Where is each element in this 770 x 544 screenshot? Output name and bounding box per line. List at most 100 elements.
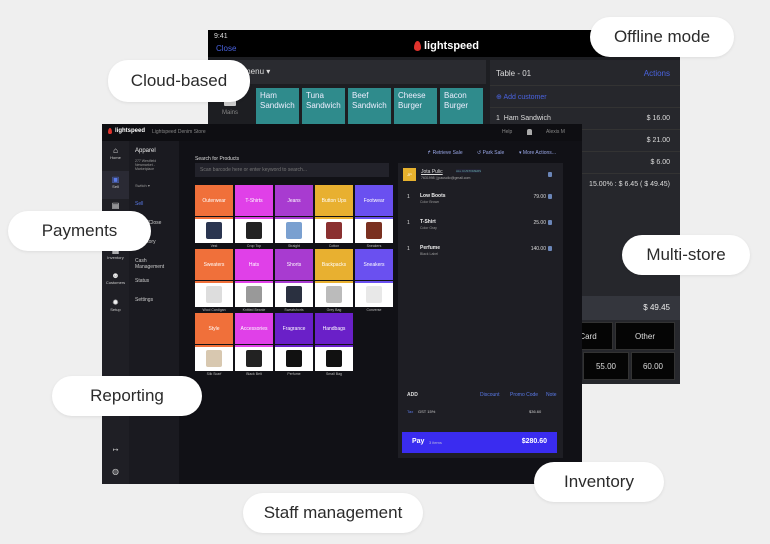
product-image <box>246 350 262 367</box>
category-tile[interactable]: Sweaters <box>195 249 233 280</box>
category-tile[interactable]: Shorts <box>275 249 313 280</box>
home-icon: ⌂ <box>113 146 118 155</box>
cart-item[interactable]: 1 T-Shirt Color Gray 25.00 <box>398 216 563 236</box>
nav-sell[interactable]: ▣ Sell <box>102 171 129 199</box>
product-image <box>206 350 222 367</box>
tax-name: GST 15% <box>418 409 436 414</box>
product-image <box>286 350 302 367</box>
product-label: Converse <box>366 308 382 312</box>
globe-icon[interactable]: ◍ <box>102 467 129 476</box>
category-tile[interactable]: Outerwear <box>195 185 233 216</box>
sell-icon: ▣ <box>111 175 120 184</box>
category-tile[interactable]: Hats <box>235 249 273 280</box>
category-tile[interactable]: Footwear <box>355 185 393 216</box>
product-image <box>206 222 222 239</box>
category-tile[interactable]: Handbags <box>315 313 353 344</box>
product-label: Black Belt <box>246 372 262 376</box>
product-tile[interactable] <box>275 281 313 307</box>
category-tile[interactable]: Accessories <box>235 313 273 344</box>
top-bar: lightspeed Lightspeed Denim Store Help A… <box>102 124 582 141</box>
customer-name[interactable]: Jota Pulic <box>421 169 443 175</box>
product-tile[interactable] <box>275 345 313 371</box>
category-tile[interactable]: Fragrance <box>275 313 313 344</box>
cart-item[interactable]: 1 Low Boots Color Brown 79.00 <box>398 190 563 210</box>
sales-ledger-icon: ▤ <box>111 201 120 210</box>
product-tile[interactable] <box>235 345 273 371</box>
bell-icon[interactable] <box>527 129 532 135</box>
retrieve-sale-button[interactable]: ↱ Retrieve Sale <box>427 150 463 156</box>
nav-customers[interactable]: ☻ Customers <box>102 271 129 285</box>
discount-link[interactable]: Discount <box>480 392 499 398</box>
product-label: Silk Scarf <box>206 372 222 376</box>
setup-icon: ✹ <box>112 298 119 307</box>
add-customer-button[interactable]: ⊕ Add customer <box>490 86 680 108</box>
other-button[interactable]: Other <box>615 322 675 350</box>
nav-home[interactable]: ⌂ Home <box>102 146 129 160</box>
more-actions-button[interactable]: ▾ More Actions... <box>519 150 556 156</box>
menu-item[interactable]: Cheese Burger <box>394 88 437 126</box>
category-tile[interactable]: Sneakers <box>355 249 393 280</box>
product-label: Sweatshorts <box>284 308 304 312</box>
feature-cloud-based: Cloud-based <box>108 60 250 102</box>
park-sale-button[interactable]: ↺ Park Sale <box>477 150 504 156</box>
menu-item[interactable]: Beef Sandwich <box>348 88 391 126</box>
product-image <box>326 222 342 239</box>
actions-button[interactable]: Actions <box>644 69 670 78</box>
cart-item[interactable]: 1 Perfume Black Label 140.00 <box>398 242 563 262</box>
help-link[interactable]: Help <box>502 129 512 135</box>
switch-store[interactable]: Switch ▾ <box>135 183 150 188</box>
store-address: 277 Westfield Newmarket - Marketplace <box>135 159 157 171</box>
nav-setup[interactable]: ✹ Setup <box>102 298 129 312</box>
sell-area: Search for Products Scan barcode here or… <box>179 141 582 484</box>
quick-cash-60[interactable]: 60.00 <box>631 352 675 380</box>
product-tile[interactable] <box>315 281 353 307</box>
sub-nav: Apparel 277 Westfield Newmarket - Market… <box>129 141 179 484</box>
remove-customer-icon[interactable] <box>548 172 552 177</box>
delete-icon[interactable] <box>548 194 552 199</box>
product-image <box>366 286 382 303</box>
category-tile[interactable]: Backpacks <box>315 249 353 280</box>
category-tile[interactable]: Button Ups <box>315 185 353 216</box>
product-search-input[interactable]: Scan barcode here or enter keyword to se… <box>195 163 389 177</box>
subnav-cash-management[interactable]: Cash Management <box>135 258 173 270</box>
product-image <box>246 222 262 239</box>
product-tile[interactable] <box>315 345 353 371</box>
category-tile[interactable]: Jeans <box>275 185 313 216</box>
customers-icon: ☻ <box>111 271 120 280</box>
customer-avatar: JP <box>403 168 416 181</box>
close-button[interactable]: Close <box>216 44 236 53</box>
delete-icon[interactable] <box>548 246 552 251</box>
product-tile[interactable] <box>355 217 393 243</box>
product-label: Perfume <box>287 372 301 376</box>
product-label: Vest <box>210 244 218 248</box>
logout-icon[interactable]: ↦ <box>102 446 129 454</box>
subnav-sell[interactable]: Sell <box>135 201 143 207</box>
menu-item[interactable]: Bacon Burger <box>440 88 483 126</box>
menu-item[interactable]: Ham Sandwich <box>256 88 299 126</box>
category-tile[interactable]: Style <box>195 313 233 344</box>
promo-code-link[interactable]: Promo Code <box>510 392 538 398</box>
note-link[interactable]: Note <box>546 392 557 398</box>
user-menu[interactable]: Alexis M <box>546 129 565 135</box>
product-tile[interactable] <box>195 217 233 243</box>
category-tile[interactable]: T-Shirts <box>235 185 273 216</box>
quick-cash-55[interactable]: 55.00 <box>583 352 629 380</box>
menu-item[interactable]: Tuna Sandwich <box>302 88 345 126</box>
subnav-status[interactable]: Status <box>135 278 149 284</box>
product-tile[interactable] <box>195 281 233 307</box>
tax-amount: $36.60 <box>529 409 542 414</box>
customer-group-badge: ALL CUSTOMERS <box>456 169 482 173</box>
pay-button[interactable]: Pay 3 items $280.60 <box>402 432 557 453</box>
product-tile[interactable] <box>235 281 273 307</box>
flame-icon <box>414 41 421 51</box>
product-label: Cotton <box>328 244 340 248</box>
product-tile[interactable] <box>275 217 313 243</box>
flame-icon <box>108 128 112 134</box>
product-tile[interactable] <box>195 345 233 371</box>
subnav-settings[interactable]: Settings <box>135 297 153 303</box>
product-label: Wool Cardigan <box>202 308 226 312</box>
product-tile[interactable] <box>235 217 273 243</box>
product-tile[interactable] <box>315 217 353 243</box>
product-tile[interactable] <box>355 281 393 307</box>
delete-icon[interactable] <box>548 220 552 225</box>
